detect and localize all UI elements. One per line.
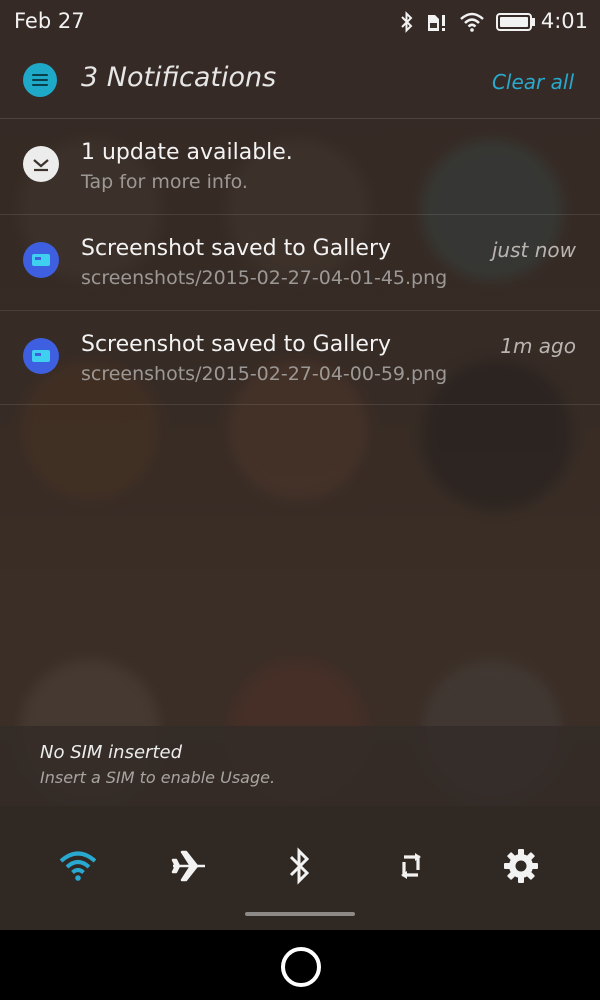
download-icon xyxy=(23,146,59,182)
rotate-icon xyxy=(401,853,421,879)
notifications-header: 3 Notifications Clear all xyxy=(0,46,600,119)
status-time: 4:01 xyxy=(540,9,588,33)
notification-title: 1 update available. xyxy=(81,140,293,165)
notification-title: Screenshot saved to Gallery xyxy=(81,236,392,261)
airplane-toggle[interactable] xyxy=(167,844,211,888)
divider xyxy=(0,404,600,405)
status-date: Feb 27 xyxy=(14,9,85,33)
notification-subtitle: screenshots/2015-02-27-04-01-45.png xyxy=(81,267,448,289)
notification-update[interactable]: 1 update available. Tap for more info. xyxy=(0,118,600,214)
tray-drag-handle[interactable] xyxy=(245,912,355,916)
battery-icon xyxy=(496,13,536,31)
quick-settings-bar xyxy=(0,806,600,930)
home-button[interactable] xyxy=(281,947,321,987)
gallery-icon xyxy=(23,338,59,374)
gallery-icon xyxy=(23,242,59,278)
status-bar: Feb 27 4:01 xyxy=(0,0,600,44)
gear-icon xyxy=(504,849,538,883)
notification-subtitle: Tap for more info. xyxy=(81,171,248,193)
settings-button[interactable] xyxy=(499,844,543,888)
wifi-icon xyxy=(460,12,484,32)
wifi-toggle[interactable] xyxy=(56,844,100,888)
sim-notice[interactable]: No SIM inserted Insert a SIM to enable U… xyxy=(0,726,600,806)
bluetooth-icon xyxy=(400,11,414,33)
wifi-icon xyxy=(59,851,97,881)
notifications-count: 3 Notifications xyxy=(81,62,277,93)
clear-all-button[interactable]: Clear all xyxy=(492,70,574,94)
sim-notice-title: No SIM inserted xyxy=(40,742,183,763)
sim-alert-icon xyxy=(426,11,448,33)
status-icons xyxy=(400,10,536,34)
sim-notice-subtitle: Insert a SIM to enable Usage. xyxy=(40,768,276,787)
bluetooth-icon xyxy=(289,847,310,885)
notification-time: 1m ago xyxy=(500,334,576,358)
notification-subtitle: screenshots/2015-02-27-04-00-59.png xyxy=(81,363,448,385)
notification-title: Screenshot saved to Gallery xyxy=(81,332,392,357)
notification-screenshot-1[interactable]: Screenshot saved to Gallery screenshots/… xyxy=(0,214,600,310)
navigation-bar xyxy=(0,930,600,1000)
rotation-lock-toggle[interactable] xyxy=(389,844,433,888)
menu-icon[interactable] xyxy=(23,63,57,97)
notification-time: just now xyxy=(491,238,576,262)
airplane-icon xyxy=(171,850,205,882)
bluetooth-toggle[interactable] xyxy=(278,844,322,888)
notification-screenshot-2[interactable]: Screenshot saved to Gallery screenshots/… xyxy=(0,310,600,406)
